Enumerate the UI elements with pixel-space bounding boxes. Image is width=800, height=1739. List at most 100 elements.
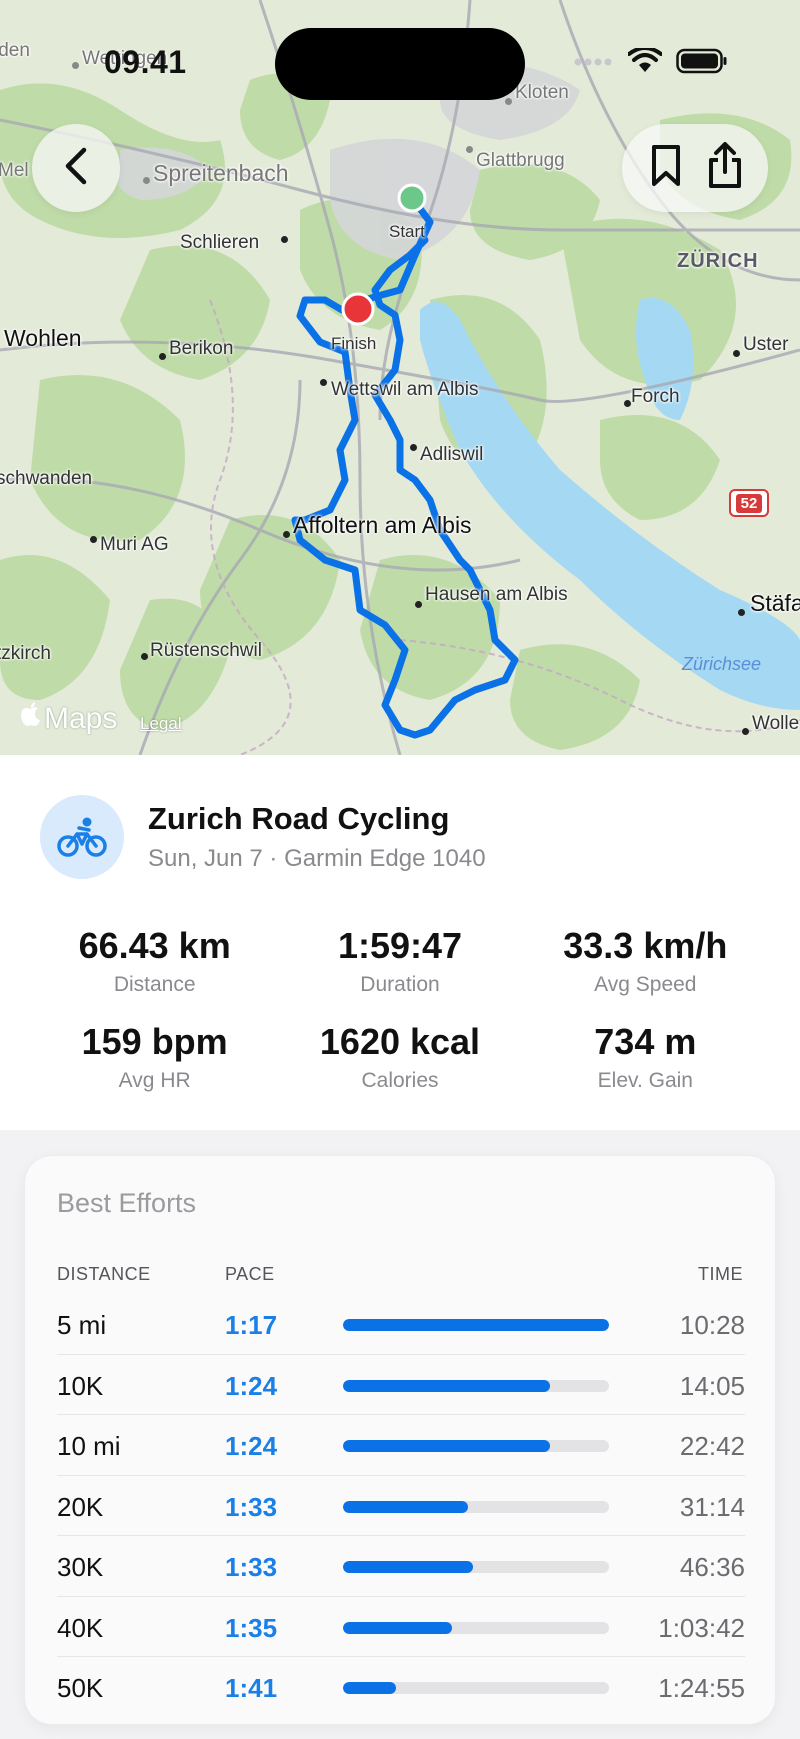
place-label: Spreitenbach xyxy=(153,160,289,186)
effort-row[interactable]: 20K 1:33 31:14 xyxy=(57,1476,745,1536)
place-dot xyxy=(281,236,288,243)
effort-pace: 1:24 xyxy=(225,1431,278,1461)
effort-row[interactable]: 50K 1:41 1:24:55 xyxy=(57,1657,745,1718)
dynamic-island xyxy=(275,28,525,100)
effort-bar-fill xyxy=(343,1561,474,1573)
place-label: schwanden xyxy=(0,468,93,489)
place-label: Kloten xyxy=(515,82,569,103)
effort-row[interactable]: 5 mi 1:17 10:28 xyxy=(57,1294,745,1355)
column-header-time: TIME xyxy=(698,1264,743,1284)
stat-duration: 1:59:47 Duration xyxy=(277,925,522,997)
effort-time: 1:03:42 xyxy=(658,1612,745,1643)
effort-bar-fill xyxy=(343,1682,397,1694)
stat-value: 33.3 km/h xyxy=(563,925,728,966)
effort-time: 10:28 xyxy=(679,1310,745,1340)
effort-pace: 1:17 xyxy=(225,1310,278,1340)
place-dot xyxy=(143,177,150,184)
wifi-icon xyxy=(627,46,663,79)
effort-bar-fill xyxy=(343,1379,551,1392)
effort-bar-fill xyxy=(343,1621,453,1634)
place-dot xyxy=(738,609,745,616)
effort-row[interactable]: 10 mi 1:24 22:42 xyxy=(57,1415,745,1476)
route-map[interactable]: iden Wettingen Kloten Mel Spreitenbach G… xyxy=(0,0,800,755)
best-efforts-list: 5 mi 1:17 10:28 10K 1:24 14:05 10 mi 1:2… xyxy=(57,1294,745,1718)
column-header-pace: PACE xyxy=(225,1264,275,1284)
effort-pace: 1:33 xyxy=(225,1552,278,1582)
effort-bar xyxy=(343,1319,609,1331)
place-dot xyxy=(90,536,97,543)
stat-label: Distance xyxy=(113,973,196,996)
status-time: 09.41 xyxy=(104,44,187,80)
effort-distance: 10K xyxy=(57,1370,104,1401)
cellular-icon xyxy=(574,55,614,73)
effort-bar xyxy=(343,1500,609,1513)
effort-bar xyxy=(343,1440,609,1452)
place-dot xyxy=(415,601,422,608)
share-button[interactable] xyxy=(700,138,750,198)
place-dot xyxy=(742,728,749,735)
effort-time: 14:05 xyxy=(679,1370,745,1401)
place-dot xyxy=(159,353,166,360)
stat-label: Calories xyxy=(361,1069,439,1092)
stat-avg-hr: 159 bpm Avg HR xyxy=(32,1021,277,1093)
effort-row[interactable]: 40K 1:35 1:03:42 xyxy=(57,1597,745,1657)
place-dot xyxy=(283,531,290,538)
place-label: Wohlen xyxy=(4,325,82,351)
stat-elevation-gain: 734 m Elev. Gain xyxy=(523,1021,768,1093)
stat-value: 66.43 km xyxy=(78,925,231,966)
place-label: Affoltern am Albis xyxy=(293,512,472,538)
back-button[interactable] xyxy=(32,124,120,212)
effort-distance: 30K xyxy=(57,1552,104,1582)
place-label: Uster xyxy=(743,334,789,355)
place-label: Zürichsee xyxy=(682,654,762,674)
apple-logo-icon xyxy=(20,702,42,736)
stat-label: Avg Speed xyxy=(594,973,697,996)
chevron-left-icon xyxy=(62,146,90,191)
effort-distance: 20K xyxy=(57,1491,104,1522)
effort-pace: 1:41 xyxy=(225,1673,278,1703)
effort-distance: 10 mi xyxy=(57,1431,121,1461)
start-marker-label: Start xyxy=(389,222,425,241)
stat-distance: 66.43 km Distance xyxy=(32,925,277,997)
stat-value: 1:59:47 xyxy=(337,925,463,966)
place-label: Wettswil am Albis xyxy=(331,379,479,400)
effort-pace: 1:33 xyxy=(225,1491,278,1522)
stat-value: 734 m xyxy=(594,1021,697,1062)
place-label: Adliswil xyxy=(420,444,484,465)
bookmark-button[interactable] xyxy=(641,138,691,198)
place-dot xyxy=(141,653,148,660)
legal-link[interactable]: Legal xyxy=(140,714,182,734)
effort-distance: 40K xyxy=(57,1612,104,1643)
place-label: iden xyxy=(0,40,30,61)
stat-label: Duration xyxy=(360,973,440,996)
activity-title: Zurich Road Cycling xyxy=(148,801,450,836)
place-label: Glattbrugg xyxy=(476,150,565,171)
effort-bar xyxy=(343,1621,609,1634)
road-shield-number: 52 xyxy=(735,493,763,513)
effort-time: 46:36 xyxy=(679,1552,745,1582)
effort-time: 22:42 xyxy=(679,1431,745,1461)
stats-grid: 66.43 km Distance 1:59:47 Duration 33.3 … xyxy=(32,925,768,1093)
apple-maps-logo: Maps xyxy=(20,702,117,736)
best-efforts-title: Best Efforts xyxy=(57,1188,197,1218)
stat-avg-speed: 33.3 km/h Avg Speed xyxy=(523,925,768,997)
effort-bar-fill xyxy=(343,1500,469,1513)
place-label: Forch xyxy=(631,386,680,407)
effort-distance: 5 mi xyxy=(57,1310,107,1340)
road-shield: 52 xyxy=(729,489,769,517)
place-label: Mel xyxy=(0,160,29,181)
effort-row[interactable]: 30K 1:33 46:36 xyxy=(57,1536,745,1597)
effort-distance: 50K xyxy=(57,1673,104,1703)
effort-time: 31:14 xyxy=(679,1491,745,1522)
bookmark-icon xyxy=(650,144,682,193)
effort-bar xyxy=(343,1682,609,1694)
activity-header: Zurich Road Cycling Sun, Jun 7 · Garmin … xyxy=(40,795,486,879)
effort-bar-fill xyxy=(343,1440,551,1452)
effort-pace: 1:35 xyxy=(225,1612,278,1643)
place-dot xyxy=(624,400,631,407)
share-icon xyxy=(705,141,745,195)
maps-brand-text: Maps xyxy=(44,702,118,735)
effort-row[interactable]: 10K 1:24 14:05 xyxy=(57,1355,745,1415)
place-label: Hausen am Albis xyxy=(425,584,568,605)
place-label: Berikon xyxy=(169,338,234,359)
